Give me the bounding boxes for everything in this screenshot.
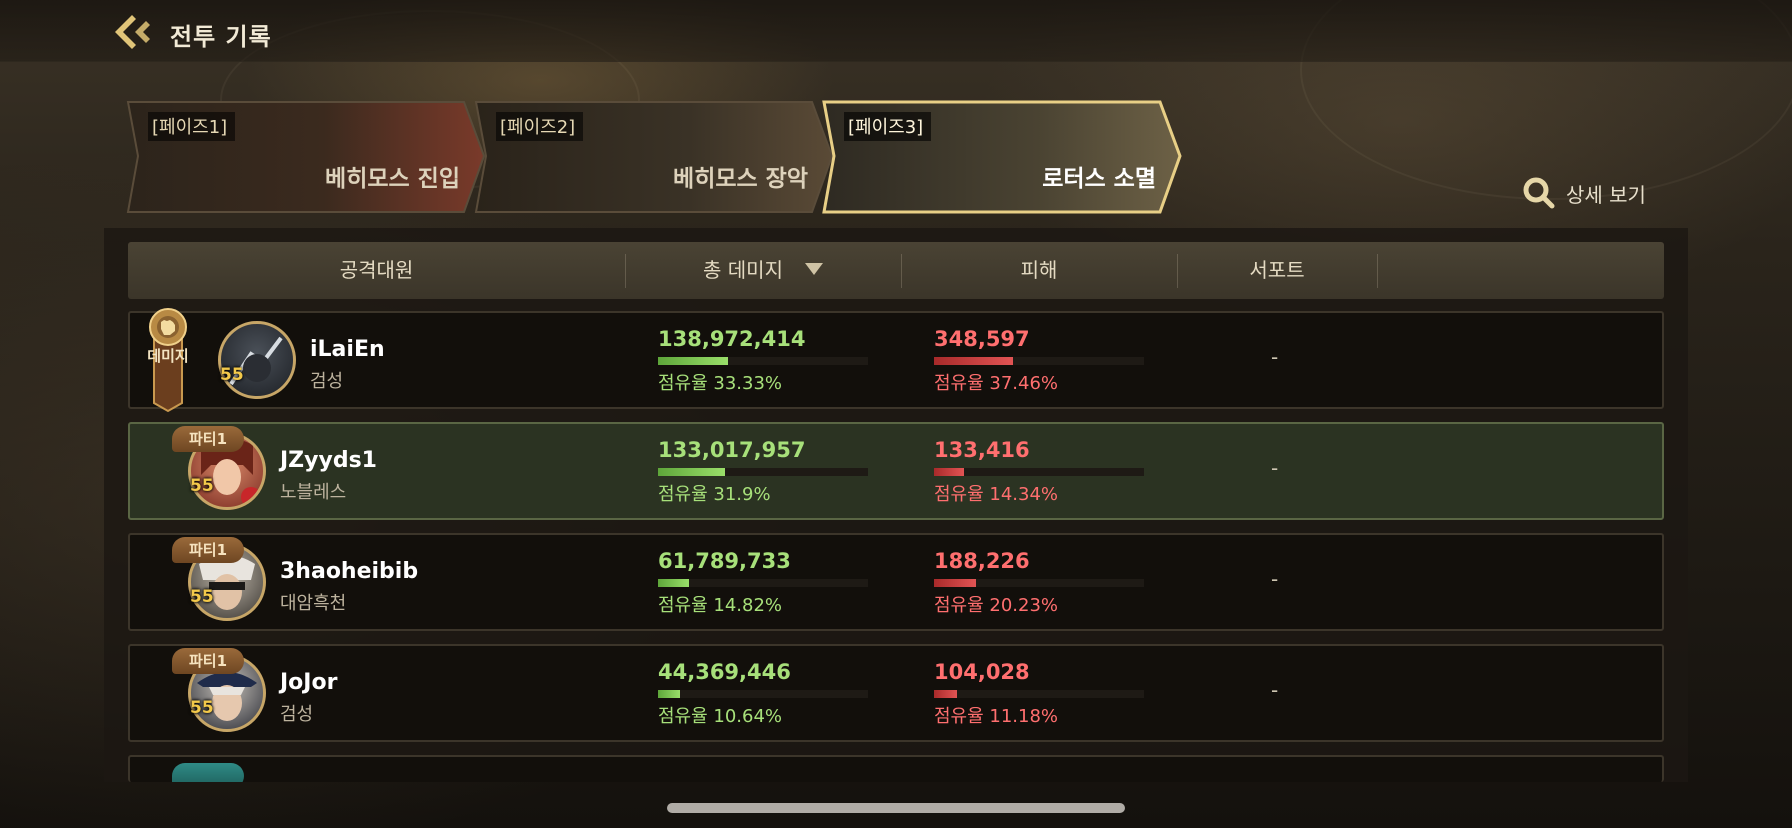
damage-value: 61,789,733 [658, 549, 791, 573]
taken-share-bar [934, 468, 1144, 476]
tab-phase-1[interactable]: [페이즈1] 베히모스 진입 [126, 100, 486, 215]
column-attacker: 공격대원 [339, 258, 414, 282]
player-class: 검성 [310, 371, 344, 392]
support-value: - [1271, 456, 1279, 480]
damage-share: 점유율 14.82% [658, 595, 783, 616]
tab-phase-code: [페이즈2] [496, 112, 584, 141]
taken-share: 점유율 14.34% [934, 484, 1059, 505]
detail-view-label: 상세 보기 [1566, 182, 1646, 207]
page-title: 전투 기록 [170, 23, 272, 51]
player-name: iLaiEn [310, 337, 385, 362]
table-row[interactable]: 파티1 55 JZyyds1 노블레스 133,017,957 점유율 31.9… [128, 422, 1664, 520]
taken-value: 133,416 [934, 438, 1030, 462]
damage-value: 138,972,414 [658, 327, 806, 351]
tab-phase-2[interactable]: [페이즈2] 베히모스 장악 [474, 100, 834, 215]
tab-phase-code: [페이즈1] [148, 112, 236, 141]
level-badge: 55 [190, 587, 214, 607]
tab-phase-3[interactable]: [페이즈3] 로터스 소멸 [822, 100, 1182, 215]
back-arrow-icon [115, 15, 150, 49]
tab-phase-name: 로터스 소멸 [1042, 166, 1156, 192]
top-bar: 전투 기록 [0, 0, 1792, 62]
player-class: 검성 [280, 704, 314, 725]
magnifier-icon [1523, 177, 1555, 209]
support-value: - [1271, 345, 1279, 369]
taken-share-bar [934, 357, 1144, 365]
taken-share-bar [934, 579, 1144, 587]
damage-share: 점유율 33.33% [658, 373, 783, 394]
sort-desc-icon [804, 263, 823, 275]
taken-value: 348,597 [934, 327, 1030, 351]
level-badge: 55 [220, 365, 244, 385]
column-divider [1377, 254, 1378, 288]
player-name: 3haoheibib [280, 559, 419, 584]
party-badge: 파티1 [172, 537, 244, 563]
support-value: - [1271, 567, 1279, 591]
table-row[interactable]: 데미지 55 iLaiEn 검성 138,972,414 점유율 33.33% … [128, 308, 1664, 413]
damage-share: 점유율 10.64% [658, 706, 783, 727]
avatar [218, 321, 296, 399]
tab-phase-code: [페이즈3] [844, 112, 932, 141]
party-badge: 파티1 [172, 426, 244, 452]
damage-share-bar [658, 690, 868, 698]
taken-value: 104,028 [934, 660, 1030, 684]
damage-share-bar [658, 579, 868, 587]
table-header: 공격대원 총 데미지 피해 서포트 [128, 242, 1664, 299]
party-badge [172, 763, 244, 782]
damage-share-bar [658, 468, 868, 476]
column-damage-label: 총 데미지 [703, 258, 783, 282]
damage-share-bar [658, 357, 868, 365]
column-support: 서포트 [1249, 258, 1305, 282]
column-taken: 피해 [1020, 258, 1058, 282]
level-badge: 55 [190, 476, 214, 496]
detail-view-button[interactable]: 상세 보기 [1522, 175, 1646, 211]
player-class: 대암흑천 [280, 593, 347, 614]
back-button[interactable] [112, 12, 154, 52]
taken-share: 점유율 11.18% [934, 706, 1059, 727]
player-class: 노블레스 [280, 482, 347, 503]
taken-share-bar [934, 690, 1144, 698]
column-damage-sort[interactable]: 총 데미지 [625, 242, 901, 299]
party-badge: 파티1 [172, 648, 244, 674]
table-row[interactable]: 파티1 55 3haoheibib 대암흑천 61,789,733 점유율 14… [128, 533, 1664, 631]
damage-value: 44,369,446 [658, 660, 791, 684]
taken-share: 점유율 20.23% [934, 595, 1059, 616]
tab-phase-name: 베히모스 진입 [325, 166, 460, 192]
home-indicator[interactable] [667, 803, 1125, 813]
player-name: JoJor [280, 670, 338, 695]
table-row-partial[interactable] [128, 755, 1664, 782]
level-badge: 55 [190, 698, 214, 718]
table-row[interactable]: 파티1 55 JoJor 검성 44,369,446 점유율 10.64% 10… [128, 644, 1664, 742]
character-portrait [229, 336, 283, 386]
tab-phase-name: 베히모스 장악 [673, 166, 808, 192]
taken-value: 188,226 [934, 549, 1030, 573]
support-value: - [1271, 678, 1279, 702]
medal-label: 데미지 [147, 347, 189, 365]
player-name: JZyyds1 [280, 448, 377, 473]
taken-share: 점유율 37.46% [934, 373, 1059, 394]
damage-share: 점유율 31.9% [658, 484, 771, 505]
damage-value: 133,017,957 [658, 438, 806, 462]
